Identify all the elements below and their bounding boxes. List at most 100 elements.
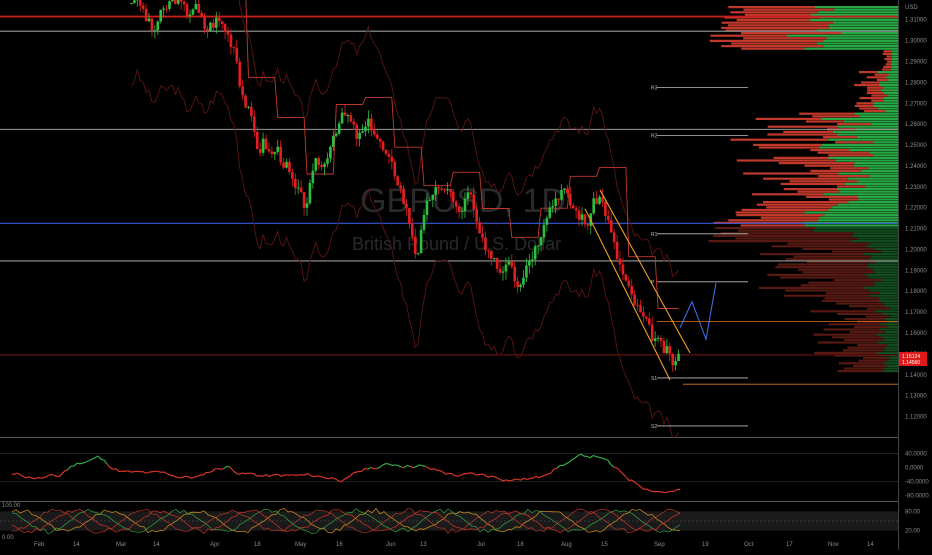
candle-body [271,151,274,154]
candle-body [434,187,437,194]
osc-segment [47,475,50,477]
vp-bar-sell [761,217,819,219]
osc-segment [587,456,590,458]
vp-bar-sell [737,19,810,21]
vp-bar-buy [854,232,898,234]
candle-body [382,142,385,150]
price-tick-10: 1.21000 [905,227,927,233]
vp-bar-buy [865,274,898,276]
candle-body [300,188,303,193]
osc-segment [254,474,257,476]
vp-bar-buy [889,357,898,359]
vp-bar-sell [786,258,870,260]
osc-segment [434,469,437,471]
vp-bar-sell [818,341,878,343]
vp-bar-sell [778,263,868,265]
osc-segment [668,491,671,492]
vp-bar-sell [738,230,814,232]
candle-body [557,198,560,199]
chart-stage[interactable]: GBPUSD, 1D British Pound / U.S. Dollar R… [0,0,932,550]
vp-bar-buy [888,79,898,81]
vp-bar-buy [841,32,898,34]
osc-segment [53,475,56,476]
vp-bar-buy [877,334,898,336]
candle-body [238,62,241,87]
candle-body [370,119,373,131]
vp-bar-sell [721,45,824,47]
candle-body [355,125,358,139]
vp-bar-buy [866,245,898,247]
vp-bar-sell [810,170,860,172]
osc-segment [182,476,185,478]
vp-bar-sell [728,219,817,221]
osc-segment [425,466,428,468]
osc-segment [452,474,455,476]
vp-bar-buy [804,48,898,50]
vp-bar-buy [836,159,898,161]
vp-bar-sell [837,370,882,372]
osc-segment [503,480,506,481]
candle-body [645,317,648,319]
chart-svg[interactable]: GBPUSD, 1D British Pound / U.S. Dollar R… [0,0,932,550]
osc-segment [212,469,215,472]
vp-bar-buy [859,198,898,200]
osc-segment [371,467,374,468]
vp-bar-buy [883,302,898,304]
candle-body [233,47,236,48]
vp-bar-sell [864,110,886,112]
candle-body [285,162,288,168]
vp-bar-buy [822,118,898,120]
candle-body [540,237,543,245]
vp-bar-buy [805,224,898,226]
vp-bar-buy [885,339,898,341]
time-axis[interactable]: Feb14Mar14Apr18May16Jun13Jul18Aug15Sep19… [34,542,874,548]
osc-segment [497,478,500,480]
candle-body [385,150,388,154]
vp-bar-sell [837,185,865,187]
candle-body [276,147,279,152]
vp-bar-buy [880,292,898,294]
candle-body [312,171,315,183]
osc-segment [20,474,23,476]
candle-body [235,48,238,62]
candle-body [578,211,581,220]
price-tick-9: 1.22000 [905,206,927,212]
vp-bar-buy [857,180,898,182]
candle-body [458,207,461,212]
vp-bar-sell [867,87,883,89]
osc-segment [362,468,365,471]
candle-body [496,258,499,269]
osc-segment [548,473,551,474]
candle-body [601,197,604,202]
candle-body [303,192,306,208]
osc-segment [164,472,167,474]
candle-body [472,194,475,209]
vp-bar-buy [839,191,898,193]
vp-bar-sell [741,32,841,34]
vp-bar-buy [851,240,898,242]
vp-bar-sell [735,237,857,239]
candle-body [250,107,253,117]
osc-segment [602,458,605,459]
vp-bar-buy [884,367,898,369]
candle-body [666,346,669,353]
time-tick-16: Oct [744,542,754,548]
pivot-label-S2: S2 [651,424,657,430]
osc-segment [608,460,611,465]
vp-bar-sell [713,235,852,237]
osc-segment [536,476,539,477]
vp-bar-sell [768,133,838,135]
vp-bar-buy [878,341,898,343]
osc-segment [26,477,29,478]
time-tick-10: Jul [477,542,485,548]
osc-segment [83,462,86,463]
vp-bar-sell [810,149,849,151]
vp-bar-sell [742,209,829,211]
candle-body [622,265,625,275]
vp-bar-sell [772,245,867,247]
vp-bar-sell [857,102,874,104]
stoch-left-tick-2: 0.00 [2,535,14,541]
osc-segment [167,474,170,476]
time-tick-0: Feb [34,542,45,548]
osc-segment [251,473,254,474]
